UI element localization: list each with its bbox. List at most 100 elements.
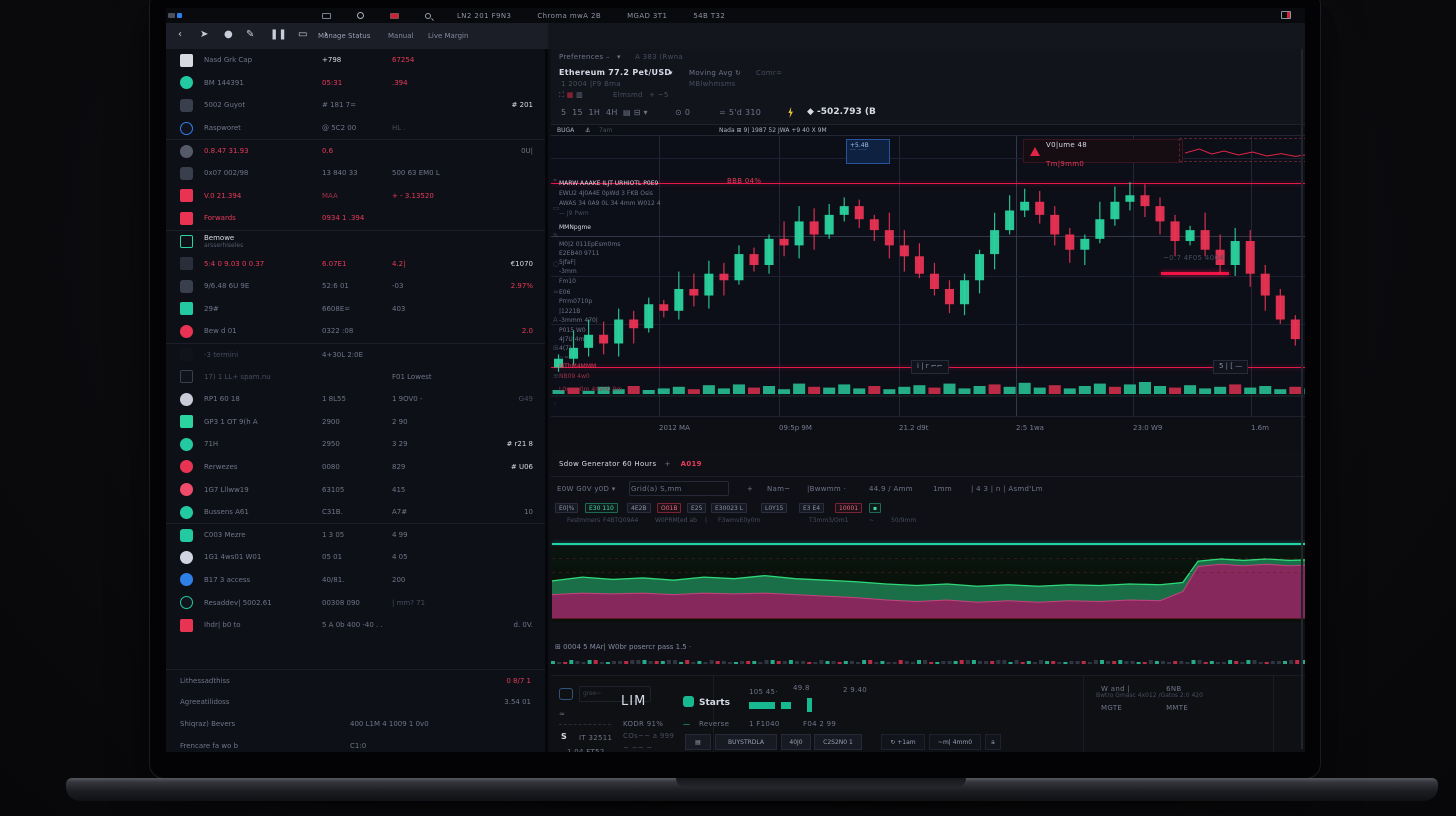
refresh-icon[interactable]: ↻ xyxy=(735,69,741,77)
symbol-title[interactable]: Ethereum 77.2 Pet/USD xyxy=(559,68,671,77)
zoom-control[interactable]: ⊙ 0 xyxy=(675,108,690,117)
watchlist-row[interactable]: Raspworet @ 5C2 00 HL . xyxy=(166,117,545,140)
filter-control[interactable]: 1mm xyxy=(933,485,952,493)
order-option[interactable]: ~m| 4mm0 xyxy=(929,734,981,750)
toolbar-tab[interactable]: Live Margin xyxy=(428,32,468,40)
timeframe-buttons[interactable]: 5 15 1H 4H xyxy=(561,108,618,117)
filter-chip[interactable]: E3 E4 xyxy=(799,503,824,513)
order-button[interactable]: 40J0 xyxy=(781,734,811,750)
watchlist-row[interactable]: RP1 60 18 1 8L55 1 9OV0 - G49 xyxy=(166,388,545,411)
chart-tool-icon[interactable]: ▭ xyxy=(553,204,560,212)
watchlist-row[interactable]: V.0 21.394 MAA + - 3.13520 xyxy=(166,185,545,208)
compare-link[interactable]: Comr= xyxy=(756,69,782,77)
watchlist-row[interactable]: 17) 1 LL+ spam.nu F01 Lowest xyxy=(166,365,545,388)
order-button[interactable]: ▤ xyxy=(685,734,711,750)
order-button[interactable]: BUYSTRDLA xyxy=(715,734,777,750)
toolbar-nav-icon[interactable]: ➤ xyxy=(200,29,208,40)
indicator-legend-line[interactable]: P015 W0 xyxy=(559,327,586,334)
indicator-legend-line[interactable]: -3mmm 470| xyxy=(559,317,598,324)
filter-chip[interactable]: O01B xyxy=(657,503,681,513)
watchlist-row[interactable]: C003 Mezre 1 3 05 4 99 xyxy=(166,523,545,546)
app-scrollbar[interactable] xyxy=(1301,49,1303,749)
circle-icon[interactable] xyxy=(357,12,364,19)
add-icon[interactable]: + xyxy=(664,460,670,468)
filter-control[interactable]: |Bwwmm · xyxy=(807,485,846,493)
chart-tool-icon[interactable]: ◦ xyxy=(553,400,557,408)
watchlist-row[interactable]: 71H 2950 3 29 # r21 8 xyxy=(166,433,545,456)
indicator-legend-line[interactable]: 4(7) xyxy=(559,345,571,352)
mini-stats-panel[interactable]: +5.4B ‾‾ ‾‾‾ xyxy=(846,139,890,164)
indicator-legend-line[interactable]: MARW AAAKE ILJT URHIOTL P0E9 xyxy=(559,180,658,187)
watchlist-row[interactable]: BM 144391 05:31 .394 xyxy=(166,72,545,95)
indicator-link[interactable]: Moving Avg xyxy=(689,69,732,77)
order-option[interactable]: ↻ +1am xyxy=(881,734,925,750)
filter-chip[interactable]: E25 xyxy=(687,503,706,513)
symbol-caret-icon[interactable]: ▾ xyxy=(669,69,673,77)
asset-icon[interactable] xyxy=(559,688,573,700)
watchlist-row[interactable]: 1G1 4ws01 W01 05 01 4 05 xyxy=(166,546,545,569)
watchlist-row[interactable]: 1G7 Lllww19 63105 415 xyxy=(166,478,545,501)
indicator-legend-line[interactable]: M0|2 011EpEsm0ms xyxy=(559,241,620,248)
indicator-legend-line[interactable]: NB09 4w0 xyxy=(559,373,590,380)
chart-tool-icon[interactable]: ≡ xyxy=(553,372,559,380)
filter-control[interactable]: E0W G0V y0D ▾ xyxy=(557,485,616,493)
watchlist-row[interactable]: Bussens A61 C31B. A7# 10 xyxy=(166,501,545,524)
watchlist-row[interactable]: GP3 1 OT 9(h A 2900 2 90 xyxy=(166,411,545,434)
filter-control[interactable]: 44.9 / Amm xyxy=(869,485,913,493)
watchlist-row[interactable]: Bemowearsserhiseles xyxy=(166,230,545,253)
chart-tool-icon[interactable]: A xyxy=(553,316,558,324)
filter-control[interactable]: | 4 3 | n | Asmd'Lm xyxy=(971,485,1043,493)
indicator-legend-line[interactable]: ~= xyxy=(559,354,569,361)
watchlist-row[interactable]: 5:4 0 9.03 0 0.37 6.07E1 4.2| €1070 xyxy=(166,252,545,275)
filter-box-outline[interactable] xyxy=(629,481,729,496)
indicator-legend-line[interactable]: AWAS 34 0A9 0L 34 4mm W012 4 xyxy=(559,200,661,207)
chart-tool-icon[interactable]: ≈ xyxy=(553,288,559,296)
indicator-legend-line[interactable]: E2EB40 9711 xyxy=(559,250,599,257)
watchlist-row[interactable]: Forwards 0934 1 .394 xyxy=(166,207,545,230)
header-row3-tail[interactable]: + ~5 xyxy=(649,91,669,99)
indicator-legend-line[interactable]: -3mm xyxy=(559,268,577,275)
filter-chip[interactable]: E30023 L xyxy=(711,503,747,513)
watchlist-row[interactable]: 29# 6608E= 403 xyxy=(166,298,545,321)
order-option[interactable]: a xyxy=(985,734,1001,750)
indicator-legend-line[interactable]: EWU2 4J0A4E 0pWd 3 FKB Osis xyxy=(559,190,653,197)
footer-row[interactable]: Shiqraz) Bevers 400 L1M 4 1009 1 0v0 xyxy=(166,713,545,735)
panel-toggle-icon[interactable] xyxy=(1281,11,1291,19)
toolbar-nav-icon[interactable]: ‹ xyxy=(178,29,182,40)
indicator-legend-line[interactable]: MMNpgme xyxy=(559,224,591,231)
indicator-legend-line[interactable]: Prrm0710p xyxy=(559,298,592,305)
toolbar-nav-icon[interactable]: ▭ xyxy=(298,29,307,40)
footer-row[interactable]: Frencare fa wo b C1:0 xyxy=(166,735,545,752)
indicator-legend-line[interactable]: L0mm 0m 4mm0 0m xyxy=(559,386,622,393)
indicator-legend-line[interactable]: 5JfaF| xyxy=(559,259,576,266)
layout-icons[interactable]: ⛶ ▦ ▥ xyxy=(559,91,583,100)
filter-chip[interactable]: ▪ xyxy=(869,503,881,513)
footer-row[interactable]: Lithessadthiss 0 8/7 1 xyxy=(166,669,545,691)
filter-control[interactable]: Nam~ xyxy=(767,485,790,493)
footer-row[interactable]: Agreeatilidoss 3.54 01 xyxy=(166,691,545,713)
watchlist-row[interactable]: 5002 Guyot # 181 7= # 201 xyxy=(166,94,545,117)
search-icon[interactable] xyxy=(425,13,431,19)
order-button[interactable]: C2S2N0 1 xyxy=(814,734,862,750)
display-icon[interactable] xyxy=(322,13,331,19)
indicator-legend-line[interactable]: E06 xyxy=(559,289,570,296)
chart-tool-icon[interactable]: ⊞ xyxy=(553,344,559,352)
indicator-legend-line[interactable]: MThM4MMM xyxy=(559,363,596,370)
watchlist-row[interactable]: Ihdr| b0 to 5 A 0b 400 -40 . . d. 0V. xyxy=(166,614,545,637)
filter-control[interactable]: + xyxy=(747,485,753,493)
filter-chip[interactable]: E0|% xyxy=(555,503,578,513)
watchlist-row[interactable]: B17 3 access 40/81. 200 xyxy=(166,569,545,592)
indicator-legend-line[interactable]: |1221B xyxy=(559,308,580,315)
watchlist-row[interactable]: 9/6.48 6U 9E 52:6 01 -03 2.97% xyxy=(166,275,545,298)
chart-tool-icon[interactable]: ⌖ xyxy=(553,176,557,185)
toolbar-nav-icon[interactable]: ✎ xyxy=(246,29,254,40)
chart-tool-icon[interactable]: ○ xyxy=(553,260,559,268)
depth-chart[interactable] xyxy=(552,546,1305,622)
candlestick-plot[interactable]: MARW AAAKE ILJT URHIOTL P0E9 EWU2 4J0A4E … xyxy=(551,136,1305,416)
filter-chip[interactable]: L0Y15 xyxy=(761,503,787,513)
filter-chip[interactable]: 10001 xyxy=(835,503,862,513)
watchlist-row[interactable]: Rerwezes 0080 829 # U06 xyxy=(166,456,545,479)
chart-tool-icon[interactable]: ✎ xyxy=(553,232,559,240)
watchlist-row[interactable]: 0.8.47 31.93 0.6 0U| xyxy=(166,139,545,162)
app-logo-icon[interactable] xyxy=(168,13,175,18)
